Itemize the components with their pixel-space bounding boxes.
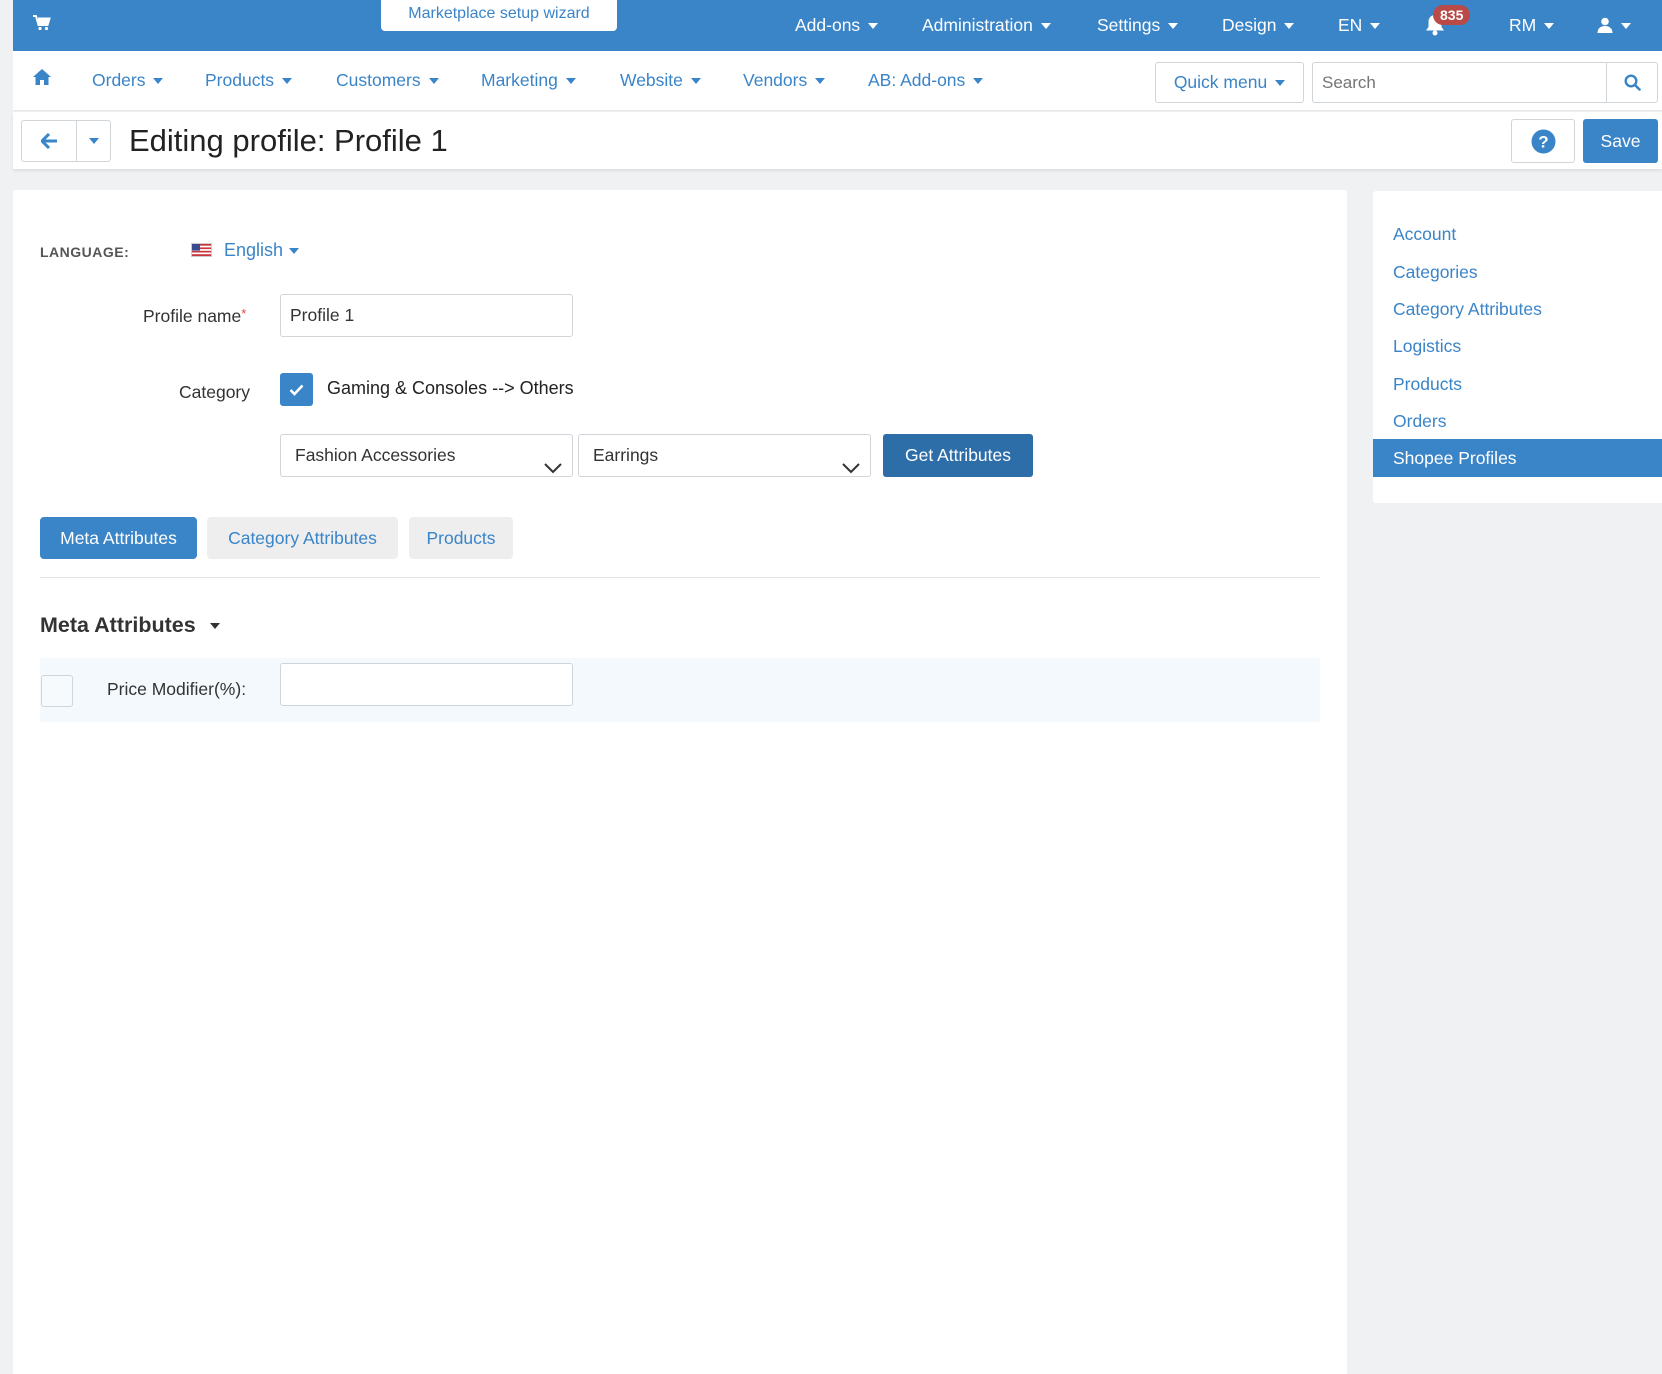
nav-customers-label: Customers: [336, 70, 421, 90]
sidebar-item-orders[interactable]: Orders: [1373, 402, 1662, 440]
category-select-level-1-value: Fashion Accessories: [295, 445, 456, 465]
main-panel: [13, 190, 1347, 1374]
nav-products-label: Products: [205, 70, 275, 90]
topmenu-language[interactable]: EN: [1338, 0, 1381, 51]
nav-vendors-label: Vendors: [743, 70, 808, 90]
topmenu-design[interactable]: Design: [1222, 0, 1295, 51]
save-button[interactable]: Save: [1583, 119, 1658, 163]
language-value: English: [224, 240, 284, 260]
nav-orders[interactable]: Orders: [92, 51, 164, 111]
language-label: LANGUAGE:: [40, 244, 130, 260]
profile-name-label-text: Profile name: [143, 306, 242, 326]
nav-ab-addons-label: AB: Add-ons: [868, 70, 966, 90]
price-modifier-checkbox[interactable]: [41, 675, 73, 707]
topmenu-addons[interactable]: Add-ons: [795, 0, 879, 51]
user-icon: [1597, 15, 1613, 35]
topmenu-settings-label: Settings: [1097, 15, 1161, 35]
page-title: Editing profile: Profile 1: [129, 123, 448, 158]
arrow-left-icon: [40, 132, 58, 154]
get-attributes-button[interactable]: Get Attributes: [883, 434, 1033, 477]
marketplace-setup-wizard-button[interactable]: Marketplace setup wizard: [381, 0, 617, 31]
chevron-down-icon: [544, 448, 562, 489]
caret-down-icon: [209, 623, 220, 630]
topmenu-language-label: EN: [1338, 15, 1363, 35]
meta-attributes-section-title: Meta Attributes: [40, 613, 196, 637]
category-select-level-2-value: Earrings: [593, 445, 659, 465]
nav-orders-label: Orders: [92, 70, 146, 90]
required-mark: *: [241, 306, 247, 321]
tab-category-attributes[interactable]: Category Attributes: [207, 517, 398, 559]
price-modifier-label: Price Modifier(%):: [107, 679, 247, 699]
category-label: Category: [179, 382, 251, 402]
question-icon: ?: [1531, 129, 1556, 159]
cart-icon[interactable]: [33, 15, 51, 36]
tab-meta-attributes[interactable]: Meta Attributes: [40, 517, 197, 559]
home-icon[interactable]: [33, 69, 51, 90]
tab-products[interactable]: Products: [409, 517, 513, 559]
quick-menu-button[interactable]: Quick menu: [1155, 62, 1304, 103]
quick-menu-label: Quick menu: [1173, 72, 1268, 92]
nav-customers[interactable]: Customers: [336, 51, 439, 111]
chevron-down-icon: [842, 448, 860, 489]
back-dropdown-button[interactable]: [76, 120, 111, 162]
nav-ab-addons[interactable]: AB: Add-ons: [868, 51, 984, 111]
topmenu-user[interactable]: [1597, 0, 1631, 51]
topmenu-settings[interactable]: Settings: [1097, 0, 1179, 51]
nav-marketing[interactable]: Marketing: [481, 51, 576, 111]
notification-count-badge: 835: [1433, 5, 1471, 25]
profile-name-label: Profile name*: [143, 306, 246, 327]
us-flag-icon: [191, 243, 212, 257]
topmenu-administration-label: Administration: [922, 15, 1033, 35]
help-button[interactable]: ?: [1511, 119, 1575, 163]
nav-vendors[interactable]: Vendors: [743, 51, 826, 111]
category-select-level-2[interactable]: Earrings: [578, 434, 871, 477]
search-icon: [1624, 74, 1641, 96]
meta-attributes-section-toggle[interactable]: Meta Attributes: [40, 613, 220, 638]
nav-website-label: Website: [620, 70, 683, 90]
topmenu-storefront[interactable]: RM: [1509, 0, 1555, 51]
topmenu-administration[interactable]: Administration: [922, 0, 1051, 51]
topmenu-design-label: Design: [1222, 15, 1277, 35]
category-select-level-1[interactable]: Fashion Accessories: [280, 434, 573, 477]
topmenu-storefront-label: RM: [1509, 15, 1537, 35]
checkmark-icon: [289, 383, 304, 401]
search-button[interactable]: [1606, 62, 1658, 103]
search-input[interactable]: [1312, 62, 1606, 103]
sidebar-item-shopee-profiles[interactable]: Shopee Profiles: [1373, 439, 1662, 477]
language-selector[interactable]: English: [224, 240, 300, 261]
nav-products[interactable]: Products: [205, 51, 293, 111]
back-button[interactable]: [21, 120, 77, 162]
topmenu-addons-label: Add-ons: [795, 15, 861, 35]
profile-name-input[interactable]: [280, 294, 573, 337]
sidebar-item-products[interactable]: Products: [1373, 365, 1662, 403]
nav-marketing-label: Marketing: [481, 70, 558, 90]
category-checkbox[interactable]: [280, 373, 313, 406]
price-modifier-input[interactable]: [280, 663, 573, 706]
sidebar-item-categories[interactable]: Categories: [1373, 253, 1662, 291]
sidebar-item-account[interactable]: Account: [1373, 215, 1662, 253]
svg-text:?: ?: [1538, 133, 1548, 152]
category-path: Gaming & Consoles --> Others: [327, 378, 574, 398]
divider: [40, 577, 1320, 578]
chevron-down-icon: [88, 137, 99, 144]
sidebar-item-category-attributes[interactable]: Category Attributes: [1373, 290, 1662, 328]
nav-website[interactable]: Website: [620, 51, 701, 111]
sidebar-item-logistics[interactable]: Logistics: [1373, 327, 1662, 365]
